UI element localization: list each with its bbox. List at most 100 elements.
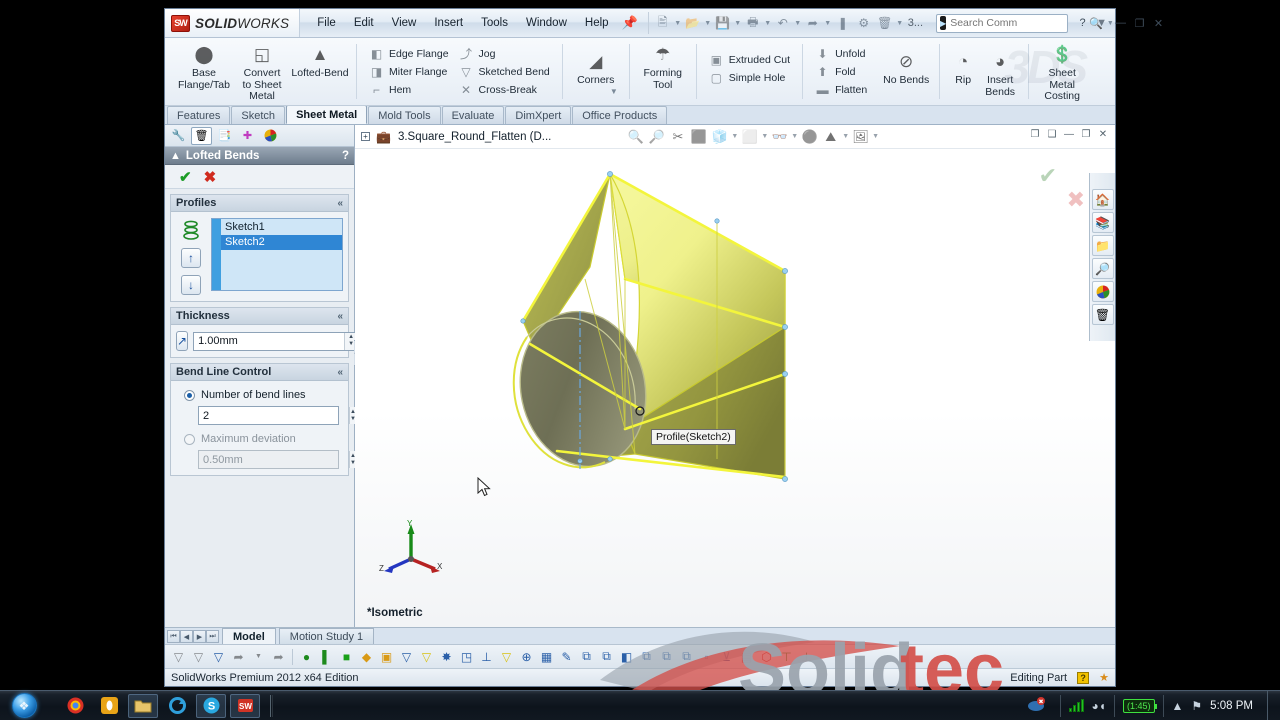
tab-model[interactable]: Model — [222, 628, 276, 644]
tab-evaluate[interactable]: Evaluate — [441, 106, 505, 124]
apply-scene-icon[interactable]: ⛰ — [821, 127, 840, 146]
deviation-input[interactable]: ▲▼ — [198, 450, 356, 469]
signal-bars-icon[interactable] — [1068, 699, 1084, 712]
jog-button[interactable]: ⤴ Jog — [454, 45, 555, 62]
menu-edit[interactable]: Edit — [345, 13, 383, 33]
filter-mate-icon[interactable]: ✎ — [557, 647, 576, 666]
tab-motion-study-1[interactable]: Motion Study 1 — [278, 628, 375, 644]
miter-flange-button[interactable]: ◨ Miter Flange — [364, 63, 454, 80]
tray-app-icon[interactable]: ✖ — [1022, 694, 1052, 718]
maximize-document-icon[interactable]: ❐ — [1079, 128, 1093, 141]
tray-overflow-icon[interactable]: ▲ — [1172, 699, 1184, 713]
filter-centermark-icon[interactable]: ⊥ — [797, 647, 816, 666]
start-button[interactable]: ❖ — [2, 692, 46, 720]
filter-vertices-icon[interactable]: ● — [297, 647, 316, 666]
explorer-taskbar-icon[interactable] — [128, 693, 158, 718]
tab-sketch[interactable]: Sketch — [231, 106, 286, 124]
chevron-up-icon[interactable]: « — [337, 198, 343, 209]
document-properties-icon[interactable]: 🗑 — [875, 13, 895, 33]
bend-line-control-header[interactable]: Bend Line Control « — [171, 364, 348, 381]
close-document-icon[interactable]: ✕ — [1096, 128, 1110, 141]
battery-status[interactable]: (1:45) — [1123, 698, 1157, 713]
tab-office-products[interactable]: Office Products — [572, 106, 668, 124]
chevron-down-icon[interactable]: ▼ — [731, 133, 738, 140]
filter-hole-icon[interactable]: ◧ — [617, 647, 636, 666]
filter-faces-icon[interactable]: ▽ — [189, 647, 208, 666]
search-commands-box[interactable]: ▶ 🔍 ▼ — [936, 13, 1114, 33]
filter-sketch-point-icon[interactable]: ▽ — [417, 647, 436, 666]
skype-taskbar-icon[interactable]: S — [196, 693, 226, 718]
minimize-button[interactable]: — — [1112, 15, 1129, 31]
filter-feature-icon[interactable]: ⧉ — [577, 647, 596, 666]
feature-manager-tab[interactable]: 🔧 — [168, 127, 189, 145]
tab-sheet-metal[interactable]: Sheet Metal — [286, 105, 368, 124]
sheet-metal-costing-button[interactable]: 💲 Sheet Metal Costing — [1036, 41, 1088, 103]
appearances-scenes-icon[interactable] — [1091, 281, 1114, 302]
hide-show-items-icon[interactable]: 👓 — [770, 127, 789, 146]
filter-block-icon[interactable]: ▫ — [697, 647, 716, 666]
rip-button[interactable]: ◔ Rip — [947, 41, 979, 87]
filter-gtol-icon[interactable]: ⬡ — [757, 647, 776, 666]
edit-appearance-icon[interactable]: ⚫ — [800, 127, 819, 146]
save-icon[interactable]: 💾 — [713, 13, 733, 33]
show-desktop-button[interactable] — [1267, 690, 1276, 720]
hem-button[interactable]: ⌐ Hem — [364, 81, 454, 98]
list-item[interactable]: Sketch1 — [221, 220, 342, 235]
filter-faces2-icon[interactable]: ■ — [337, 647, 356, 666]
filter-edges-icon[interactable]: ▽ — [209, 647, 228, 666]
menu-tools[interactable]: Tools — [472, 13, 517, 33]
sketched-bend-button[interactable]: ▽ Sketched Bend — [454, 63, 555, 80]
insert-bends-button[interactable]: ◕ Insert Bends — [979, 41, 1021, 98]
chevron-down-icon[interactable]: ▼ — [764, 20, 772, 27]
bend-lines-value[interactable] — [199, 407, 349, 424]
tab-dimxpert[interactable]: DimXpert — [505, 106, 572, 124]
system-clock[interactable]: 5:08 PM — [1210, 700, 1259, 712]
zoom-to-area-icon[interactable]: 🔎 — [647, 127, 666, 146]
status-badge[interactable]: ? — [1077, 671, 1090, 684]
split-view-icon[interactable]: ❑ — [1045, 128, 1059, 141]
qat-overflow[interactable]: 3... — [905, 17, 926, 29]
filter-axes-icon[interactable]: ▌ — [317, 647, 336, 666]
expand-tree-icon[interactable]: + — [361, 132, 370, 141]
profiles-list[interactable]: Sketch1 Sketch2 — [211, 218, 343, 291]
refresh-taskbar-icon[interactable] — [162, 694, 192, 718]
no-bends-button[interactable]: ⊘ No Bends — [880, 41, 932, 87]
tab-features[interactable]: Features — [167, 106, 231, 124]
chevron-down-icon[interactable]: ▼ — [896, 20, 904, 27]
filter-weld-icon[interactable]: ◳ — [457, 647, 476, 666]
cancel-button[interactable]: ✖ — [204, 168, 217, 186]
search-icon[interactable]: 🔎 — [1091, 258, 1114, 279]
first-tab-button[interactable]: ⏮ — [167, 630, 180, 643]
chevron-up-icon[interactable]: « — [337, 367, 343, 378]
filter-icon[interactable]: ▽ — [169, 647, 188, 666]
select-arrow-icon[interactable]: ➦ — [229, 647, 248, 666]
help-icon[interactable]: ? — [342, 150, 349, 162]
profiles-header[interactable]: Profiles « — [171, 195, 348, 212]
corners-dropdown-icon[interactable]: ▼ — [610, 87, 622, 98]
zoom-to-fit-icon[interactable]: 🔍 — [626, 127, 645, 146]
select-other-icon[interactable]: ➦ — [269, 647, 288, 666]
cross-break-button[interactable]: ✕ Cross-Break — [454, 81, 555, 98]
section-view-icon[interactable]: ✂ — [668, 127, 687, 146]
filter-balloon-icon[interactable]: ⧉ — [657, 647, 676, 666]
action-center-flag-icon[interactable]: ⚑ — [1191, 699, 1202, 713]
search-input[interactable] — [950, 17, 1086, 29]
tag-icon[interactable]: ★ — [1099, 671, 1109, 684]
chevron-down-icon[interactable]: ▼ — [872, 133, 879, 140]
menu-window[interactable]: Window — [517, 13, 576, 33]
filter-annotation-icon[interactable]: ▽ — [497, 647, 516, 666]
list-item[interactable]: Sketch2 — [221, 235, 342, 250]
next-tab-button[interactable]: ▶ — [193, 630, 206, 643]
thickness-input[interactable]: ▲▼ — [193, 331, 359, 351]
opera-taskbar-icon[interactable] — [94, 694, 124, 718]
filter-note-icon[interactable]: ⧉ — [637, 647, 656, 666]
file-explorer-icon[interactable]: 📁 — [1091, 235, 1114, 256]
filter-midpoint-icon[interactable]: ✸ — [437, 647, 456, 666]
tab-mold-tools[interactable]: Mold Tools — [368, 106, 441, 124]
open-document-icon[interactable]: 📂 — [683, 13, 703, 33]
menu-insert[interactable]: Insert — [425, 13, 472, 33]
filter-plane-icon[interactable]: ⊕ — [517, 647, 536, 666]
display-manager-tab[interactable] — [260, 127, 281, 145]
menu-view[interactable]: View — [383, 13, 426, 33]
restore-down-icon[interactable]: ❐ — [1028, 128, 1042, 141]
